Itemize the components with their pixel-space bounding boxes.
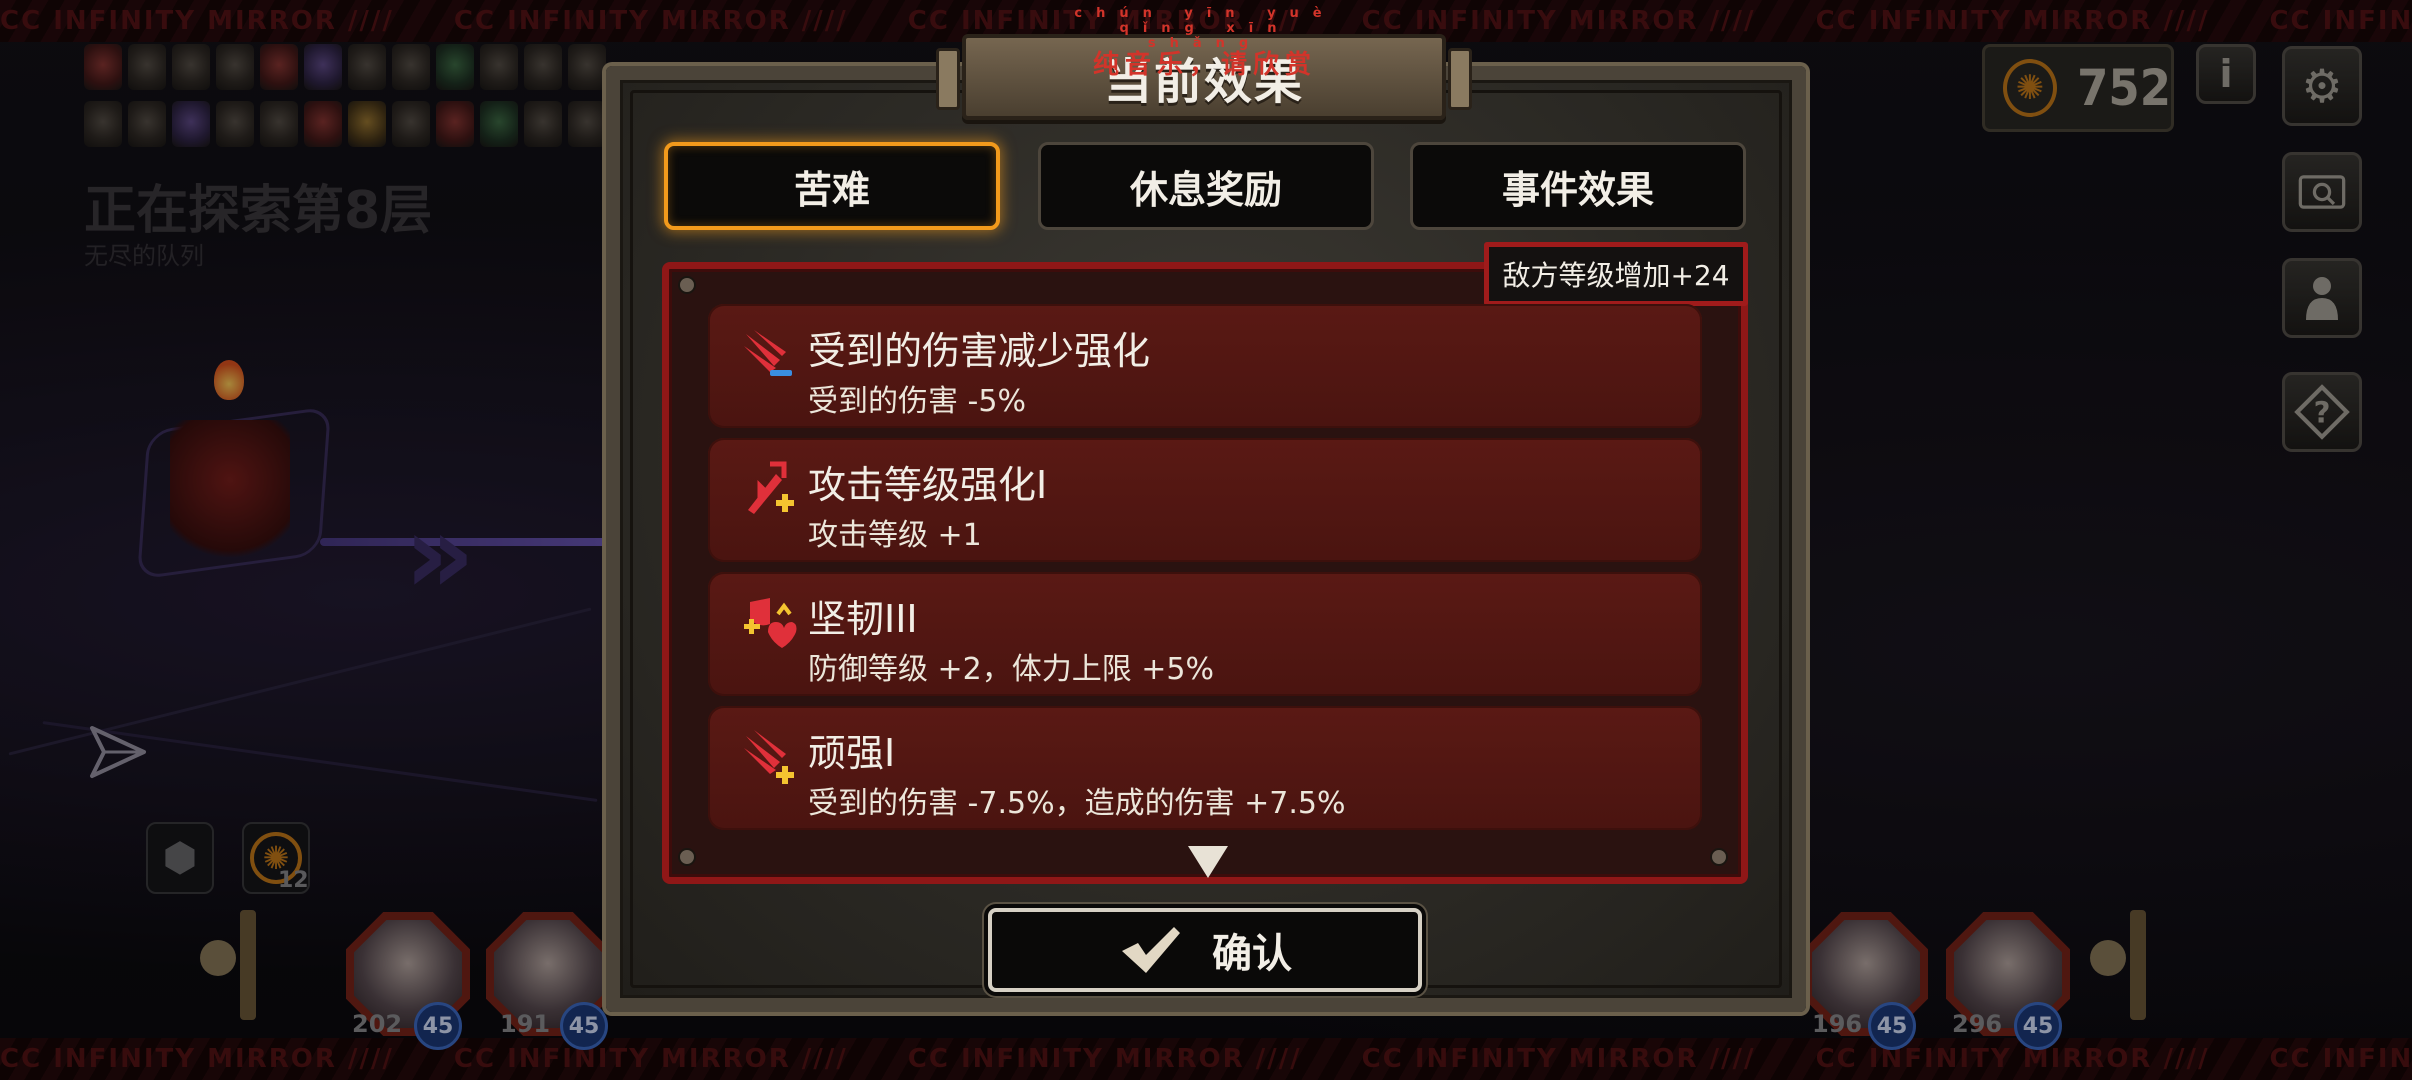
bolt-decoration (678, 276, 696, 294)
effect-desc: 攻击等级 +1 (808, 518, 982, 553)
enemy-level-badge: 敌方等级增加+24 (1484, 242, 1748, 306)
confirm-button[interactable]: 确认 (988, 908, 1422, 992)
effect-row[interactable]: 顽强I 受到的伤害 -7.5%，造成的伤害 +7.5% (708, 706, 1702, 830)
tenacity-icon (744, 730, 794, 784)
effect-desc: 防御等级 +2，体力上限 +5% (808, 652, 1215, 687)
effect-name: 坚韧III (808, 597, 918, 641)
effect-name: 顽强I (808, 731, 896, 775)
effect-name: 攻击等级强化I (808, 463, 1048, 507)
effect-row[interactable]: 攻击等级强化I 攻击等级 +1 (708, 438, 1702, 562)
tab-hardship[interactable]: 苦难 (664, 142, 1000, 230)
effect-desc: 受到的伤害 -5% (808, 384, 1026, 419)
effect-desc: 受到的伤害 -7.5%，造成的伤害 +7.5% (808, 786, 1346, 821)
bolt-decoration (1710, 848, 1728, 866)
effect-name: 受到的伤害减少强化 (808, 329, 1151, 373)
scroll-down-arrow-icon[interactable] (1188, 846, 1228, 878)
music-banner-pinyin: chún yīn yuè qǐng xīn shǎng (1074, 6, 1336, 51)
plate-cap (1448, 48, 1472, 110)
confirm-label: 确认 (1212, 931, 1292, 977)
plate-cap (936, 48, 960, 110)
attack-up-icon (748, 461, 794, 514)
checkmark-icon (1122, 927, 1180, 973)
effect-row[interactable]: 受到的伤害减少强化 受到的伤害 -5% (708, 304, 1702, 428)
music-banner: chún yīn yuè qǐng xīn shǎng 纯音乐，请欣赏 (1070, 6, 1340, 79)
bolt-decoration (678, 848, 696, 866)
shield-heart-icon (744, 598, 797, 648)
effect-row[interactable]: 坚韧III 防御等级 +2，体力上限 +5% (708, 572, 1702, 696)
tab-rest-rewards[interactable]: 休息奖励 (1038, 142, 1374, 230)
tab-event-effects[interactable]: 事件效果 (1410, 142, 1746, 230)
damage-reduction-icon (744, 330, 792, 376)
music-banner-text: 纯音乐，请欣赏 (1092, 50, 1317, 80)
